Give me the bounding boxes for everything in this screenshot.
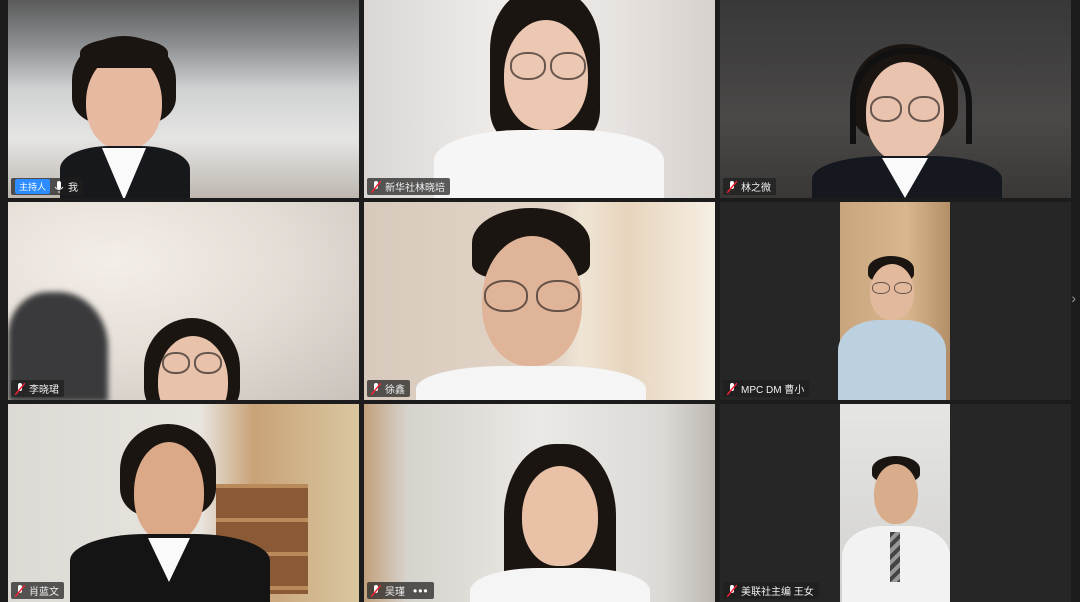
participant-name: 李晓珺: [29, 385, 59, 396]
microphone-muted-icon: [15, 584, 25, 597]
glasses: [162, 352, 190, 374]
video-tile[interactable]: 肖蓝文: [8, 404, 359, 602]
headphones-icon: [850, 48, 972, 144]
video-tile[interactable]: 林之微: [720, 0, 1071, 198]
video-tile[interactable]: 李晓珺: [8, 202, 359, 400]
microphone-muted-icon: [371, 584, 381, 597]
chevron-right-icon[interactable]: ›: [1071, 290, 1076, 306]
video-tile[interactable]: 徐鑫: [364, 202, 715, 400]
video-tile[interactable]: 新华社林晓培: [364, 0, 715, 198]
participant-label: 肖蓝文: [11, 582, 64, 599]
video-tile[interactable]: 主持人 我: [8, 0, 359, 198]
participant-label: 美联社主编 王女: [723, 582, 819, 599]
participant-label: 新华社林晓培: [367, 178, 450, 195]
microphone-muted-icon: [371, 180, 381, 193]
participant-label: 李晓珺: [11, 380, 64, 397]
participant-name: 美联社主编 王女: [741, 587, 814, 598]
microphone-muted-icon: [15, 382, 25, 395]
participant-label: 林之微: [723, 178, 776, 195]
participant-label: MPC DM 曹小: [723, 380, 810, 397]
microphone-muted-icon: [727, 180, 737, 193]
participant-name: 新华社林晓培: [385, 183, 445, 194]
participant-name: 吴瑾: [385, 587, 405, 598]
host-badge: 主持人: [15, 179, 51, 194]
more-options-icon[interactable]: •••: [413, 584, 429, 598]
video-tile[interactable]: MPC DM 曹小: [720, 202, 1071, 400]
participant-name: MPC DM 曹小: [741, 385, 805, 396]
participant-name: 肖蓝文: [29, 587, 59, 598]
tie: [890, 532, 900, 582]
participant-label: 徐鑫: [367, 380, 410, 397]
participant-name: 徐鑫: [385, 385, 405, 396]
glasses: [510, 52, 546, 80]
microphone-muted-icon: [371, 382, 381, 395]
participant-label: 主持人 我: [11, 178, 84, 195]
microphone-icon: [54, 180, 64, 193]
video-tile[interactable]: 美联社主编 王女: [720, 404, 1071, 602]
participant-label: 吴瑾 •••: [367, 582, 434, 599]
glasses: [872, 282, 890, 294]
video-gallery: 主持人 我 新华社林晓培 林之微 李晓珺 徐鑫 MPC DM 曹小 肖蓝文 吴瑾…: [8, 0, 1072, 602]
microphone-muted-icon: [727, 584, 737, 597]
glasses: [484, 280, 528, 312]
microphone-muted-icon: [727, 382, 737, 395]
video-tile[interactable]: 吴瑾 •••: [364, 404, 715, 602]
participant-name: 我: [68, 183, 79, 194]
participant-name: 林之微: [741, 183, 771, 194]
